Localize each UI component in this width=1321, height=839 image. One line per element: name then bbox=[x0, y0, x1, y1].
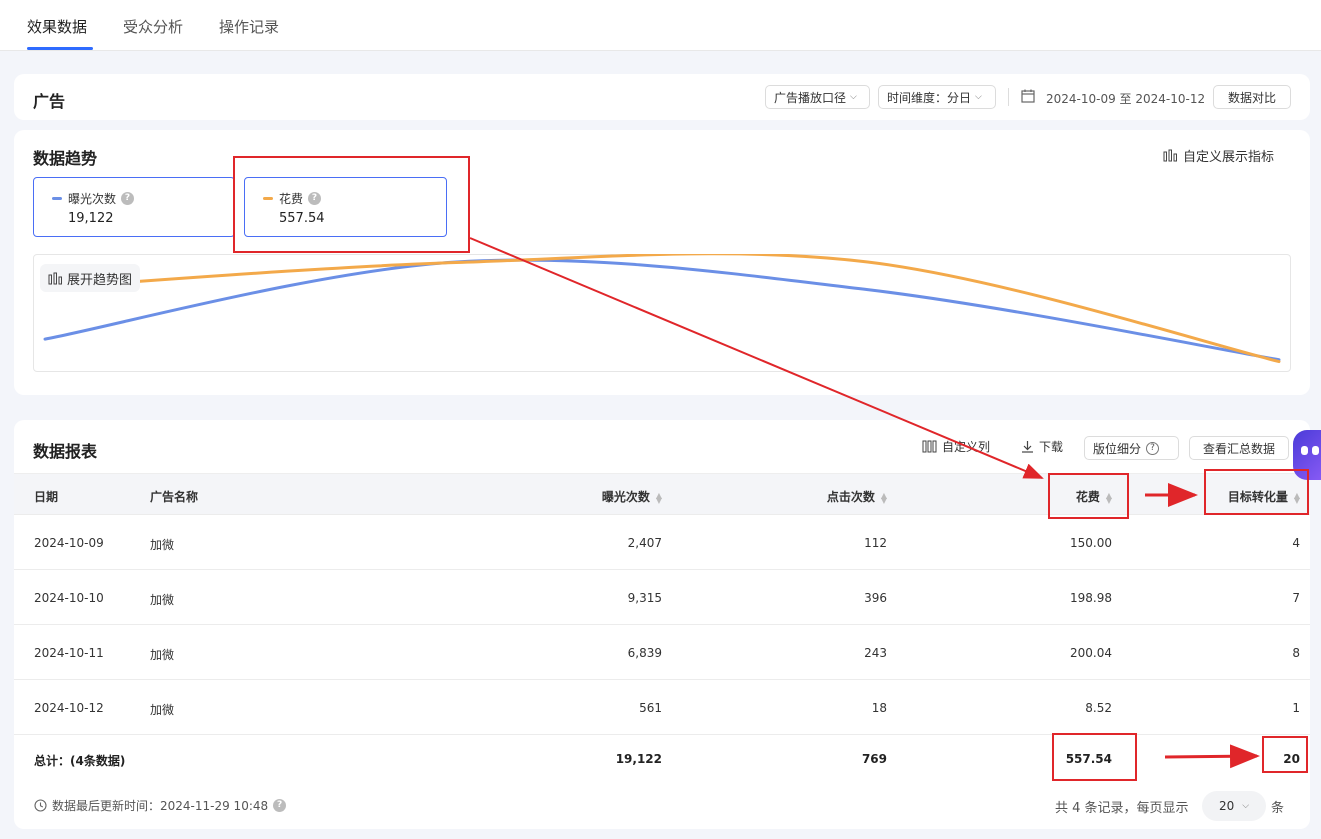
annotation-arrows bbox=[469, 237, 1260, 769]
annotation-arrow bbox=[469, 237, 1044, 479]
annotation-arrow bbox=[1164, 744, 1260, 769]
